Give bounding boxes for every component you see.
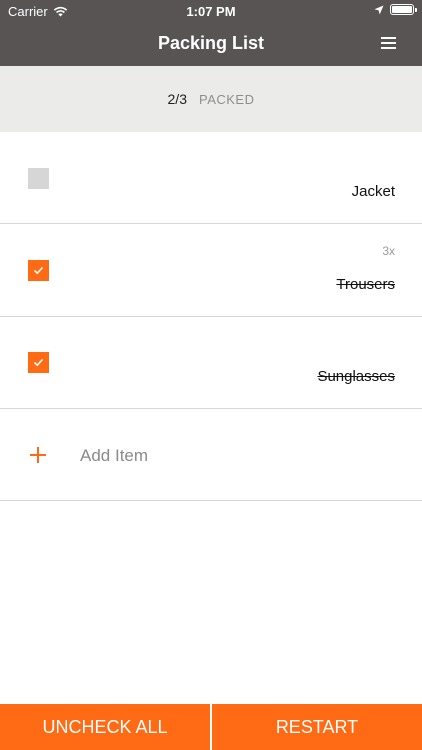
add-item-row[interactable]: Add Item — [0, 409, 422, 501]
status-bar: Carrier 1:07 PM — [0, 0, 422, 22]
page-title: Packing List — [157, 33, 265, 53]
packed-summary: 2/3 PACKED — [0, 66, 422, 132]
packed-label: PACKED — [198, 91, 255, 107]
checkmark-icon — [33, 358, 44, 367]
item-name: Sunglasses — [317, 368, 395, 385]
status-right-icons — [374, 4, 417, 15]
item-name: Jacket — [351, 183, 395, 200]
item-checkbox-checked[interactable] — [28, 260, 49, 281]
plus-icon[interactable] — [29, 446, 47, 464]
uncheck-all-button[interactable]: UNCHECK ALL — [0, 704, 210, 750]
add-item-button[interactable]: Add Item — [80, 446, 148, 466]
list-item[interactable]: Jacket — [0, 132, 422, 224]
battery-icon — [390, 4, 417, 15]
item-quantity: 3x — [382, 244, 395, 258]
item-name: Trousers — [336, 276, 395, 293]
packed-count: 2/3 — [167, 91, 187, 107]
restart-button[interactable]: RESTART — [212, 704, 422, 750]
checkmark-icon — [33, 266, 44, 275]
hamburger-menu-icon[interactable] — [381, 37, 396, 50]
item-checkbox-checked[interactable] — [28, 352, 49, 373]
location-arrow-icon — [374, 5, 384, 14]
list-item[interactable]: 3x Trousers — [0, 225, 422, 317]
status-time: 1:07 PM — [186, 4, 236, 19]
item-checkbox-unchecked[interactable] — [28, 168, 49, 189]
footer-bar: UNCHECK ALL RESTART — [0, 704, 422, 750]
list-item[interactable]: Sunglasses — [0, 317, 422, 409]
nav-bar: Packing List — [0, 22, 422, 66]
